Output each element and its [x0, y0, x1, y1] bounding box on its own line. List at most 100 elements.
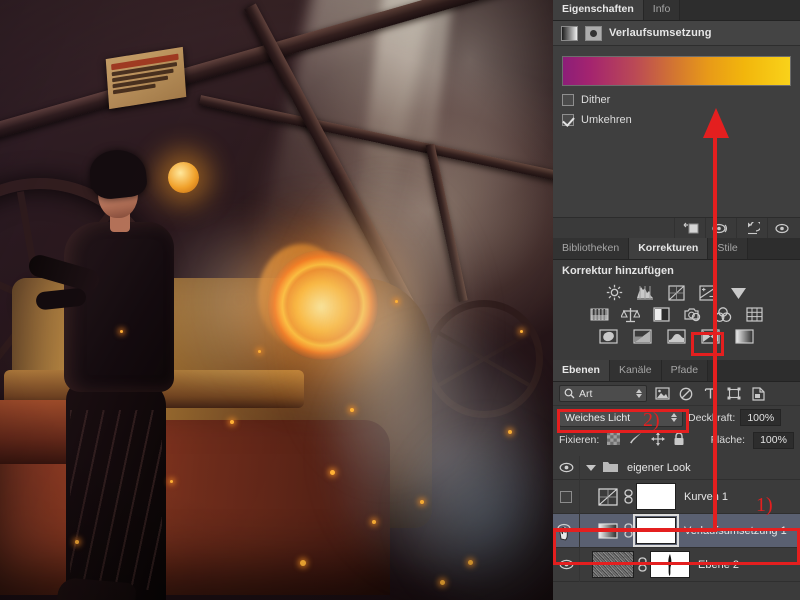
opacity-label: Deckkraft: — [688, 411, 736, 424]
brightness-contrast-icon[interactable] — [604, 283, 625, 302]
preview-eye-icon[interactable] — [705, 218, 736, 239]
link-icon[interactable] — [620, 523, 636, 538]
layer-mask-thumbnail[interactable] — [636, 483, 676, 510]
color-balance-icon[interactable] — [620, 305, 641, 324]
ember-spark — [120, 330, 123, 333]
right-panel-column: Eigenschaften Info Verlaufsumsetzung Dit… — [553, 0, 800, 600]
ember-spark — [300, 560, 306, 566]
umkehren-row[interactable]: Umkehren — [562, 114, 791, 126]
layer-name: Ebene 2 — [698, 558, 739, 571]
hue-saturation-icon[interactable] — [589, 305, 610, 324]
lock-row: Fixieren: Fläche: 100% — [553, 429, 800, 451]
ember-spark — [420, 500, 424, 504]
properties-panel: Eigenschaften Info Verlaufsumsetzung Dit… — [553, 0, 800, 239]
link-icon[interactable] — [634, 557, 650, 572]
selective-color-icon[interactable] — [700, 327, 721, 346]
adjustments-panel: Bibliotheken Korrekturen Stile Korrektur… — [553, 238, 800, 361]
gradient-map-icon[interactable] — [596, 520, 620, 542]
layer-row-ebene-2[interactable]: Ebene 2 — [553, 547, 800, 582]
text-filter-icon[interactable] — [701, 386, 719, 402]
photoshop-window: Eigenschaften Info Verlaufsumsetzung Dit… — [0, 0, 800, 600]
tab-pfade[interactable]: Pfade — [661, 360, 709, 381]
photo-filter-icon[interactable] — [682, 305, 703, 324]
ember-spark — [508, 430, 512, 434]
group-expand-caret[interactable] — [586, 464, 596, 471]
ember-spark — [468, 560, 473, 565]
tab-korrekturen[interactable]: Korrekturen — [629, 238, 709, 259]
ember-spark — [350, 408, 354, 412]
layers-tabbar: Ebenen Kanäle Pfade — [553, 360, 800, 382]
layer-row-verlaufsumsetzung-1[interactable]: Verlaufsumsetzung 1 — [553, 513, 800, 548]
opacity-value[interactable]: 100% — [740, 409, 782, 426]
tabbar-filler — [708, 360, 800, 381]
layer-filter-select[interactable]: Art — [559, 385, 647, 402]
adjustments-row-3 — [553, 327, 800, 346]
adjustment-filter-icon[interactable] — [677, 386, 695, 402]
ember-spark — [372, 520, 376, 524]
adjustments-tabbar: Bibliotheken Korrekturen Stile — [553, 238, 800, 260]
lock-image-icon[interactable] — [628, 432, 643, 448]
ember-spark — [258, 350, 261, 353]
layer-mask-thumbnail[interactable] — [633, 514, 679, 547]
fill-label: Fläche: — [710, 434, 745, 446]
filter-stepper[interactable] — [636, 389, 642, 398]
noise-texture-icon[interactable] — [592, 551, 634, 578]
layer-visibility-toggle[interactable] — [553, 455, 580, 480]
layer-mask-thumbnail[interactable] — [650, 551, 690, 578]
lock-transparency-icon[interactable] — [607, 432, 621, 448]
tab-info[interactable]: Info — [643, 0, 681, 20]
layer-row-group-eigener-look[interactable]: eigener Look — [553, 455, 800, 480]
tab-bibliotheken[interactable]: Bibliotheken — [553, 238, 630, 259]
fill-value[interactable]: 100% — [753, 431, 794, 449]
ember-spark — [520, 330, 523, 333]
blend-mode-select[interactable]: Weiches Licht — [559, 408, 683, 427]
reset-icon[interactable] — [736, 218, 767, 239]
shape-filter-icon[interactable] — [725, 386, 743, 402]
invert-icon[interactable] — [598, 327, 619, 346]
posterize-icon[interactable] — [632, 327, 653, 346]
tab-kanaele[interactable]: Kanäle — [609, 360, 662, 381]
umkehren-checkbox[interactable] — [562, 114, 574, 126]
layer-filter-value: Art — [579, 387, 593, 400]
threshold-icon[interactable] — [666, 327, 687, 346]
layer-name: Verlaufsumsetzung 1 — [684, 524, 787, 537]
layers-panel: Ebenen Kanäle Pfade Art Weiches Licht De… — [553, 360, 800, 600]
vibrance-icon[interactable] — [728, 283, 749, 302]
link-icon[interactable] — [620, 489, 636, 504]
clip-to-layer-icon[interactable] — [674, 218, 705, 239]
layer-list: eigener Look Kurven 1 Verlaufsumsetzung … — [553, 455, 800, 582]
layer-visibility-toggle[interactable] — [553, 479, 580, 514]
lock-all-icon[interactable] — [673, 431, 685, 449]
curves-icon[interactable] — [666, 283, 687, 302]
levels-icon[interactable] — [635, 283, 656, 302]
dither-row[interactable]: Dither — [562, 94, 791, 106]
umkehren-label: Umkehren — [581, 114, 632, 126]
channel-mixer-icon[interactable] — [713, 305, 734, 324]
properties-header: Verlaufsumsetzung — [553, 21, 800, 46]
tabbar-filler — [680, 0, 800, 20]
exposure-icon[interactable] — [697, 283, 718, 302]
color-lookup-icon[interactable] — [744, 305, 765, 324]
tab-ebenen[interactable]: Ebenen — [553, 360, 610, 381]
gradient-map-icon[interactable] — [734, 327, 755, 346]
mask-icon[interactable] — [585, 25, 602, 41]
layer-visibility-toggle[interactable] — [553, 547, 580, 582]
ember-spark — [230, 420, 234, 424]
smartobject-filter-icon[interactable] — [749, 386, 767, 402]
blend-mode-stepper[interactable] — [671, 413, 677, 422]
gradient-preview-bar[interactable] — [562, 56, 791, 86]
visibility-eye-icon[interactable] — [767, 218, 798, 239]
tab-stile[interactable]: Stile — [708, 238, 748, 259]
document-canvas[interactable] — [0, 0, 553, 600]
layer-visibility-toggle[interactable] — [553, 513, 580, 548]
tab-eigenschaften[interactable]: Eigenschaften — [553, 0, 644, 20]
blend-mode-row: Weiches Licht Deckkraft: 100% — [553, 406, 800, 429]
dither-checkbox[interactable] — [562, 94, 574, 106]
ember-spark — [440, 580, 445, 585]
lock-position-icon[interactable] — [651, 431, 666, 449]
black-white-icon[interactable] — [651, 305, 672, 324]
curves-icon[interactable] — [596, 486, 620, 508]
layer-row-kurven-1[interactable]: Kurven 1 — [553, 479, 800, 514]
pixel-filter-icon[interactable] — [653, 386, 671, 402]
blend-mode-value: Weiches Licht — [565, 411, 631, 424]
